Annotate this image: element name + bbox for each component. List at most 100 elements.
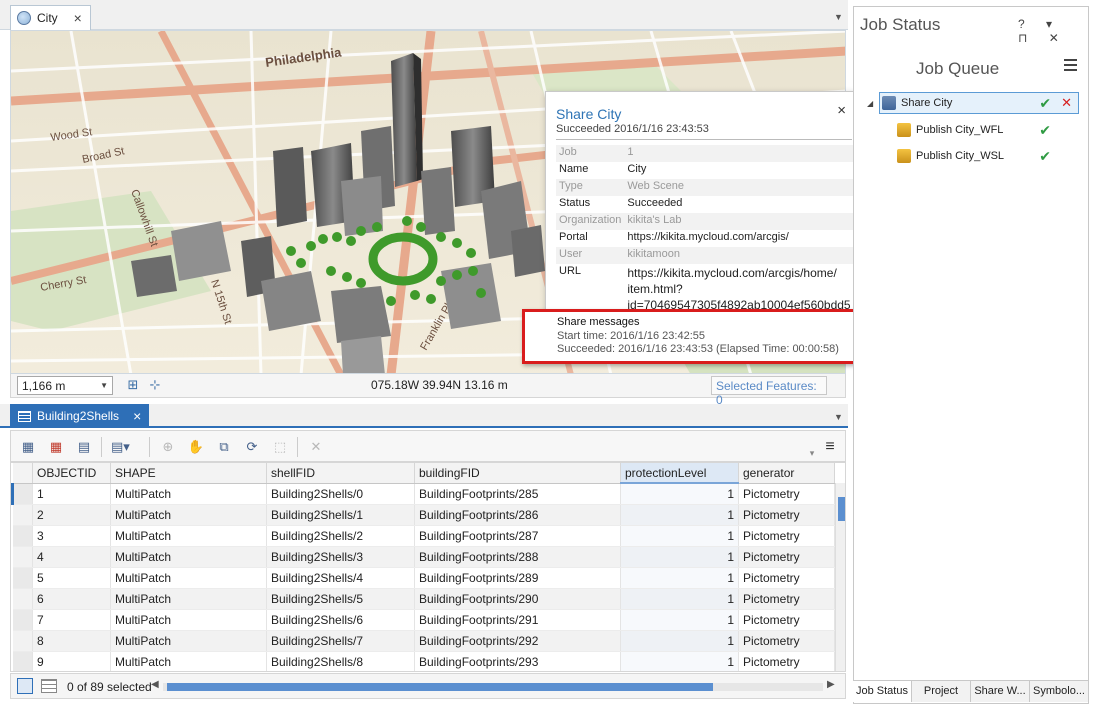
cell-protectionlevel[interactable]: 1: [620, 525, 739, 547]
column-header-buildingfid[interactable]: buildingFID: [414, 463, 621, 484]
cell-shellfid[interactable]: Building2Shells/7: [266, 630, 415, 652]
tab-building2shells[interactable]: Building2Shells ×: [10, 404, 150, 428]
delete-icon[interactable]: ✕: [307, 439, 325, 455]
cell-generator[interactable]: Pictometry: [738, 630, 835, 652]
vertical-scrollbar[interactable]: [835, 483, 845, 671]
cell-generator[interactable]: Pictometry: [738, 525, 835, 547]
cell-buildingfid[interactable]: BuildingFootprints/288: [414, 546, 621, 568]
job-item-share-city[interactable]: Share City ✔ ✕: [879, 92, 1079, 114]
show-all-records-icon[interactable]: [17, 678, 33, 694]
tab-job-status[interactable]: Job Status: [853, 681, 912, 702]
column-header-protectionlevel[interactable]: protectionLevel: [620, 463, 739, 484]
scale-lock-icon[interactable]: ⊹: [147, 377, 163, 393]
cell-buildingfid[interactable]: BuildingFootprints/285: [414, 483, 621, 505]
row-selector[interactable]: [12, 567, 33, 589]
cell-generator[interactable]: Pictometry: [738, 546, 835, 568]
tab-share-web[interactable]: Share W...: [971, 681, 1030, 702]
cell-shellfid[interactable]: Building2Shells/2: [266, 525, 415, 547]
delete-field-icon[interactable]: ▦: [47, 439, 65, 455]
cell-objectid[interactable]: 6: [32, 588, 111, 610]
cell-shellfid[interactable]: Building2Shells/3: [266, 546, 415, 568]
cancel-job-icon[interactable]: ✕: [1061, 95, 1072, 111]
menu-icon[interactable]: ≡: [821, 439, 839, 455]
row-selector[interactable]: [12, 630, 33, 652]
cell-generator[interactable]: Pictometry: [738, 609, 835, 631]
column-header-generator[interactable]: generator: [738, 463, 835, 484]
cell-shape[interactable]: MultiPatch: [110, 525, 267, 547]
cell-buildingfid[interactable]: BuildingFootprints/293: [414, 651, 621, 671]
calculate-field-icon[interactable]: ▤: [75, 439, 93, 455]
cell-objectid[interactable]: 5: [32, 567, 111, 589]
chevron-down-icon[interactable]: ▾: [803, 445, 821, 461]
row-selector[interactable]: [12, 651, 33, 671]
cell-protectionlevel[interactable]: 1: [620, 504, 739, 526]
scroll-right-icon[interactable]: ▶: [827, 679, 835, 690]
cell-generator[interactable]: Pictometry: [738, 588, 835, 610]
switch-selection-icon[interactable]: ⧉: [215, 439, 233, 455]
cell-generator[interactable]: Pictometry: [738, 504, 835, 526]
cell-protectionlevel[interactable]: 1: [620, 651, 739, 671]
cell-objectid[interactable]: 8: [32, 630, 111, 652]
cell-objectid[interactable]: 7: [32, 609, 111, 631]
close-icon[interactable]: ×: [133, 408, 141, 424]
cell-buildingfid[interactable]: BuildingFootprints/287: [414, 525, 621, 547]
add-field-icon[interactable]: ▦: [19, 439, 37, 455]
scale-dropdown[interactable]: 1,166 m ▼: [17, 376, 113, 395]
column-header-shape[interactable]: SHAPE: [110, 463, 267, 484]
cell-buildingfid[interactable]: BuildingFootprints/292: [414, 630, 621, 652]
cell-objectid[interactable]: 1: [32, 483, 111, 505]
pan-to-selection-icon[interactable]: ✋: [187, 439, 205, 455]
cell-protectionlevel[interactable]: 1: [620, 483, 739, 505]
cell-shellfid[interactable]: Building2Shells/6: [266, 609, 415, 631]
scrollbar-thumb[interactable]: [838, 497, 845, 521]
row-selector[interactable]: [12, 609, 33, 631]
selected-features-button[interactable]: Selected Features: 0: [711, 376, 827, 407]
collapse-arrow-icon[interactable]: ◢: [867, 99, 873, 108]
job-item-publish-wsl[interactable]: Publish City_WSL ✔: [897, 145, 1077, 167]
cell-generator[interactable]: Pictometry: [738, 567, 835, 589]
cell-objectid[interactable]: 3: [32, 525, 111, 547]
cell-generator[interactable]: Pictometry: [738, 651, 835, 671]
attribute-grid[interactable]: OBJECTID SHAPE shellFID buildingFID prot…: [10, 462, 846, 672]
show-selected-records-icon[interactable]: [41, 679, 57, 693]
cell-protectionlevel[interactable]: 1: [620, 609, 739, 631]
cell-generator[interactable]: Pictometry: [738, 483, 835, 505]
grid-snap-icon[interactable]: ⊞: [125, 377, 141, 393]
tab-symbology[interactable]: Symbolo...: [1030, 681, 1089, 702]
row-selector[interactable]: [12, 504, 33, 526]
cell-shape[interactable]: MultiPatch: [110, 630, 267, 652]
cell-protectionlevel[interactable]: 1: [620, 567, 739, 589]
scroll-left-icon[interactable]: ◀: [151, 679, 159, 690]
tab-project[interactable]: Project: [912, 681, 971, 702]
cell-protectionlevel[interactable]: 1: [620, 588, 739, 610]
cell-protectionlevel[interactable]: 1: [620, 630, 739, 652]
selection-menu-icon[interactable]: ▤▾: [111, 439, 130, 455]
cell-shellfid[interactable]: Building2Shells/0: [266, 483, 415, 505]
row-selector[interactable]: [11, 483, 33, 505]
cell-objectid[interactable]: 4: [32, 546, 111, 568]
cell-buildingfid[interactable]: BuildingFootprints/291: [414, 609, 621, 631]
chevron-down-icon[interactable]: ▼: [834, 412, 843, 422]
cell-buildingfid[interactable]: BuildingFootprints/290: [414, 588, 621, 610]
select-all-corner[interactable]: [12, 463, 33, 484]
cell-shape[interactable]: MultiPatch: [110, 651, 267, 671]
column-header-shellfid[interactable]: shellFID: [266, 463, 415, 484]
cell-buildingfid[interactable]: BuildingFootprints/289: [414, 567, 621, 589]
copy-icon[interactable]: ⬚: [271, 439, 289, 455]
close-icon[interactable]: ×: [74, 10, 82, 26]
cell-shape[interactable]: MultiPatch: [110, 483, 267, 505]
cell-shape[interactable]: MultiPatch: [110, 546, 267, 568]
cell-buildingfid[interactable]: BuildingFootprints/286: [414, 504, 621, 526]
horizontal-scrollbar[interactable]: [163, 683, 823, 691]
cell-shellfid[interactable]: Building2Shells/5: [266, 588, 415, 610]
item-url-link[interactable]: https://kikita.mycloud.com/arcgis/home/ …: [624, 264, 853, 314]
zoom-to-selection-icon[interactable]: ⊕: [159, 439, 177, 455]
menu-icon[interactable]: [1064, 59, 1077, 71]
cell-shape[interactable]: MultiPatch: [110, 609, 267, 631]
clear-selection-icon[interactable]: ⟳: [243, 439, 261, 455]
row-selector[interactable]: [12, 525, 33, 547]
cell-shellfid[interactable]: Building2Shells/1: [266, 504, 415, 526]
cell-objectid[interactable]: 2: [32, 504, 111, 526]
column-header-objectid[interactable]: OBJECTID: [32, 463, 111, 484]
pane-controls[interactable]: ? ▾ ⊓ ✕: [1018, 17, 1088, 45]
